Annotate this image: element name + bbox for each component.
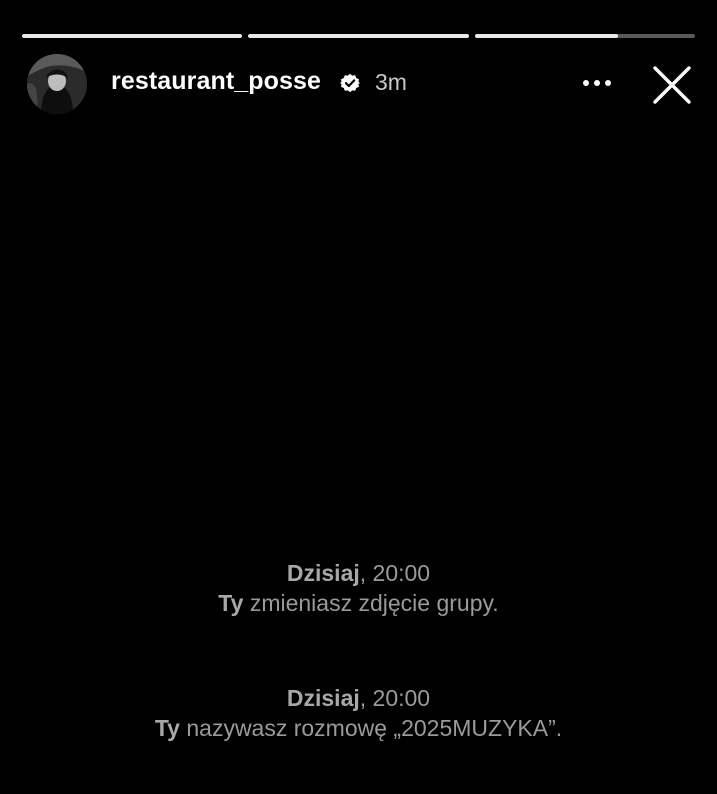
- message-body: zmieniasz zdjęcie grupy.: [243, 590, 499, 616]
- message-body: nazywasz rozmowę „2025MUZYKA”.: [179, 715, 563, 741]
- story-progress: [22, 34, 695, 38]
- system-message: Dzisiaj, 20:00 Ty zmieniasz zdjęcie grup…: [0, 558, 717, 618]
- message-text: Ty nazywasz rozmowę „2025MUZYKA”.: [0, 713, 717, 743]
- username[interactable]: restaurant_posse: [111, 67, 321, 96]
- verified-badge-icon: [340, 73, 360, 93]
- message-time: , 20:00: [359, 685, 431, 711]
- message-day: Dzisiaj: [286, 685, 360, 711]
- story-header: restaurant_posse 3m: [27, 54, 697, 114]
- system-message: Dzisiaj, 20:00 Ty nazywasz rozmowę „2025…: [0, 683, 717, 743]
- post-time: 3m: [375, 69, 407, 95]
- close-icon[interactable]: [651, 64, 693, 106]
- profile-photo-icon: [27, 54, 87, 114]
- story-viewer: restaurant_posse 3m Dzisiaj, 20:00 Ty zm…: [0, 0, 717, 794]
- progress-segment: [248, 34, 469, 38]
- message-time: , 20:00: [359, 560, 431, 586]
- message-timestamp: Dzisiaj, 20:00: [0, 558, 717, 588]
- message-timestamp: Dzisiaj, 20:00: [0, 683, 717, 713]
- more-horizontal-icon[interactable]: [580, 68, 614, 98]
- message-actor: Ty: [218, 590, 244, 616]
- progress-segment: [474, 34, 695, 38]
- message-text: Ty zmieniasz zdjęcie grupy.: [0, 588, 717, 618]
- progress-segment: [22, 34, 243, 38]
- message-day: Dzisiaj: [286, 560, 360, 586]
- avatar[interactable]: [27, 54, 87, 114]
- message-actor: Ty: [154, 715, 180, 741]
